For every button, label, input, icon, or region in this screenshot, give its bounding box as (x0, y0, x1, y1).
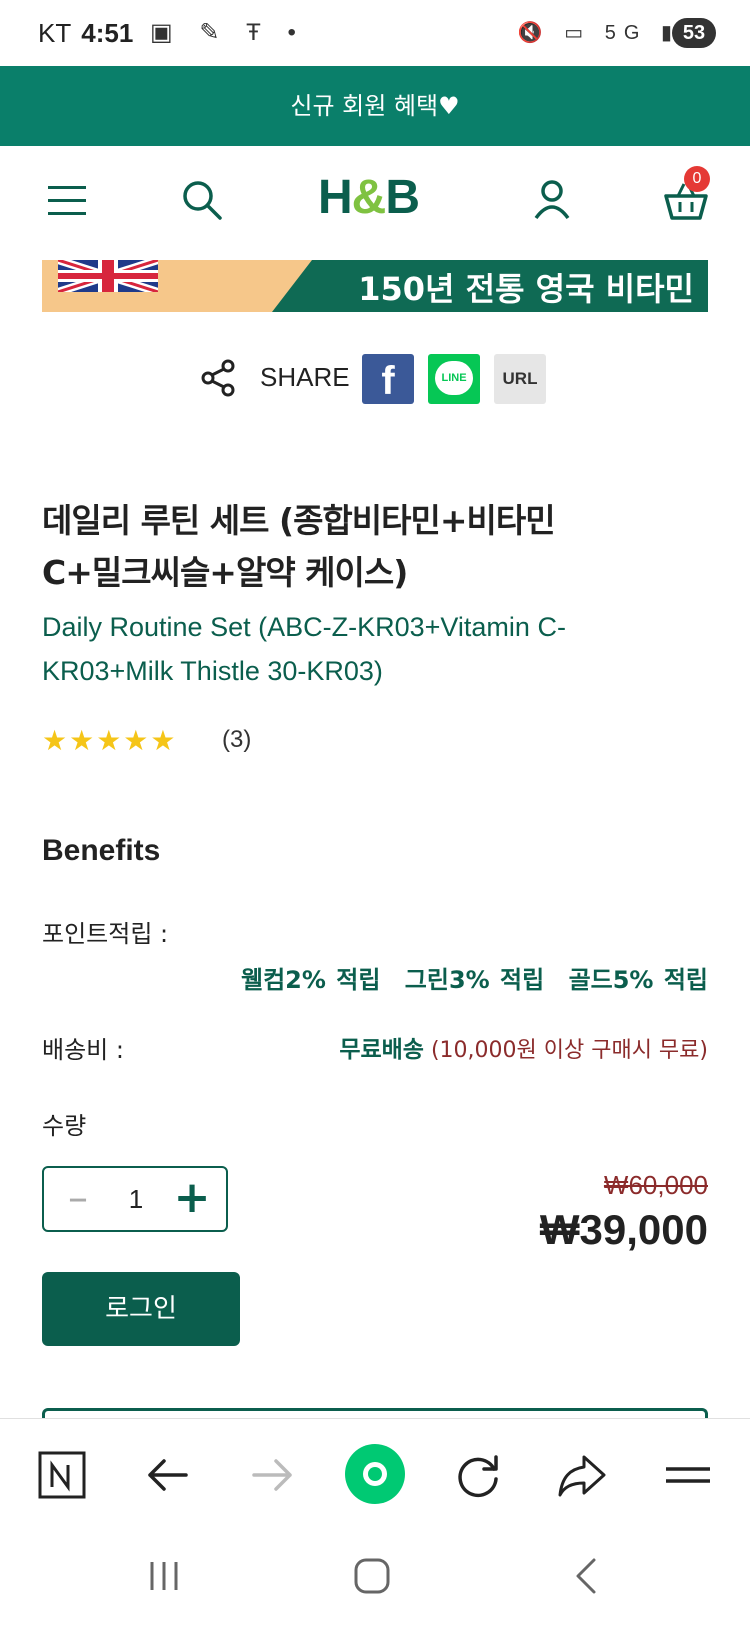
points-gold: 골드5% 적립 (568, 966, 708, 994)
back-arrow-icon[interactable] (140, 1447, 196, 1503)
clock: 4:51 (81, 18, 134, 48)
review-count[interactable]: (3) (222, 726, 251, 754)
uk-flag-icon (58, 260, 158, 292)
status-bar: KT 4:51 ▣ ✎ Ŧ • 🔇 ▭ 5G ▮ 53 (0, 0, 750, 66)
share-label: SHARE (260, 362, 350, 392)
benefits-heading: Benefits (42, 834, 161, 867)
battery-icon: 53 (672, 18, 716, 48)
quantity-value[interactable]: 1 (114, 1184, 158, 1215)
green-dot-icon[interactable] (344, 1443, 406, 1505)
login-button[interactable]: 로그인 (42, 1272, 240, 1346)
shipping-label: 배송비 : (42, 1036, 124, 1064)
site-header: H&B 0 (0, 146, 750, 258)
url-copy-button[interactable]: URL (494, 354, 546, 404)
shipping-condition: (10,000원 이상 구매시 무료) (430, 1038, 708, 1063)
points-green: 그린3% 적립 (404, 966, 545, 994)
banner-text: 150년 전통 영국 비타민 (358, 270, 694, 308)
carrier-label: KT (38, 18, 72, 48)
product-subtitle-line2: KR03+Milk Thistle 30-KR03) (42, 656, 383, 686)
status-time: KT 4:51 (38, 18, 133, 49)
increase-quantity-button[interactable]: + (170, 1176, 214, 1220)
search-icon[interactable] (178, 176, 226, 224)
system-status-icons: 🔇 ▭ 5G ▮ (517, 22, 680, 44)
line-share-button[interactable]: LINE (428, 354, 480, 404)
system-back-icon[interactable] (568, 1556, 608, 1596)
decrease-quantity-button[interactable]: – (58, 1178, 98, 1220)
promo-image-banner[interactable]: 150년 전통 영국 비타민 (42, 260, 708, 312)
refresh-icon[interactable] (450, 1447, 506, 1503)
account-icon[interactable] (528, 176, 576, 224)
sale-price: ₩39,000 (539, 1206, 708, 1253)
brand-logo[interactable]: H&B (318, 170, 420, 225)
points-label: 포인트적립 : (42, 920, 169, 948)
product-subtitle-line1: Daily Routine Set (ABC-Z-KR03+Vitamin C- (42, 612, 566, 642)
recent-apps-icon[interactable] (144, 1556, 184, 1596)
points-list: 웰컴2% 적립 그린3% 적립 골드5% 적립 (227, 960, 708, 995)
naver-home-icon[interactable] (36, 1449, 92, 1505)
cart-count-badge: 0 (684, 166, 710, 192)
shipping-free: 무료배송 (339, 1037, 424, 1063)
points-welcome: 웰컴2% 적립 (241, 966, 381, 994)
home-icon[interactable] (352, 1556, 392, 1596)
line-icon: LINE (435, 361, 473, 395)
menu-lines-icon[interactable] (660, 1447, 716, 1503)
share-icon[interactable] (200, 358, 238, 398)
quantity-stepper: – 1 + (42, 1166, 228, 1232)
product-title-line2: C+밀크씨슬+알약 케이스) (42, 553, 408, 592)
system-navigation-bar (0, 1536, 750, 1625)
quantity-label: 수량 (42, 1112, 87, 1140)
menu-icon[interactable] (44, 176, 92, 224)
product-title-line1: 데일리 루틴 세트 (종합비타민+비타민 (42, 501, 556, 540)
forward-arrow-icon[interactable] (244, 1447, 300, 1503)
shipping-info: 무료배송 (10,000원 이상 구매시 무료) (339, 1030, 708, 1064)
original-price: ₩60,000 (603, 1170, 708, 1200)
promo-banner[interactable]: 신규 회원 혜택♥ (0, 66, 750, 146)
share-forward-icon[interactable] (554, 1447, 610, 1503)
facebook-share-button[interactable]: f (362, 354, 414, 404)
notification-icons: ▣ ✎ Ŧ • (150, 19, 306, 46)
rating-stars[interactable]: ★★★★★ (42, 724, 178, 757)
browser-toolbar (0, 1418, 750, 1536)
